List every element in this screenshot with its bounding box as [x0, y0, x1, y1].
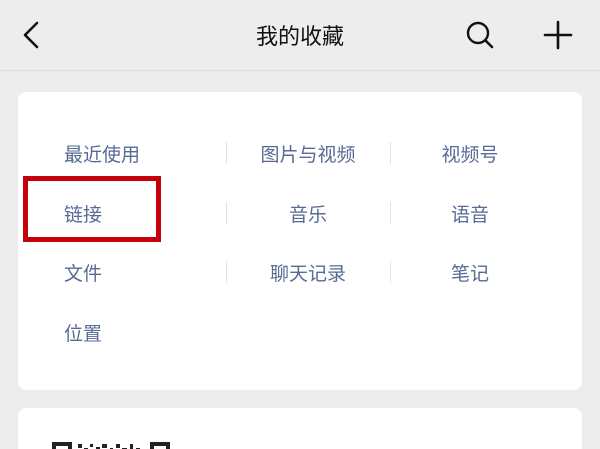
divider: [226, 202, 227, 224]
category-recent[interactable]: 最近使用: [64, 133, 224, 173]
back-button[interactable]: [14, 17, 50, 53]
category-channels[interactable]: 视频号: [390, 133, 550, 173]
qr-code-icon: [52, 442, 170, 449]
category-chat-history[interactable]: 聊天记录: [228, 252, 388, 292]
chevron-left-icon: [23, 21, 39, 49]
favorite-item-card[interactable]: [18, 408, 582, 449]
category-notes[interactable]: 笔记: [390, 252, 550, 292]
search-icon: [466, 21, 494, 49]
nav-bar: 我的收藏: [0, 0, 600, 71]
category-location[interactable]: 位置: [64, 312, 224, 352]
category-links[interactable]: 链接: [64, 193, 224, 233]
category-card: 最近使用 图片与视频 视频号 链接 音乐 语音 文件 聊天记录 笔记 位置: [18, 92, 582, 390]
plus-icon: [543, 20, 573, 50]
category-images-videos[interactable]: 图片与视频: [228, 133, 388, 173]
page-title: 我的收藏: [255, 25, 344, 50]
add-button[interactable]: [538, 15, 578, 55]
divider: [226, 142, 227, 164]
search-button[interactable]: [460, 15, 500, 55]
category-voice[interactable]: 语音: [390, 193, 550, 233]
category-files[interactable]: 文件: [64, 252, 224, 292]
divider: [226, 261, 227, 283]
favorites-screen: 我的收藏 最近使用 图片与视频 视频号 链接 音乐 语音 文件 聊天记录 笔记 …: [0, 0, 600, 449]
category-music[interactable]: 音乐: [228, 193, 388, 233]
